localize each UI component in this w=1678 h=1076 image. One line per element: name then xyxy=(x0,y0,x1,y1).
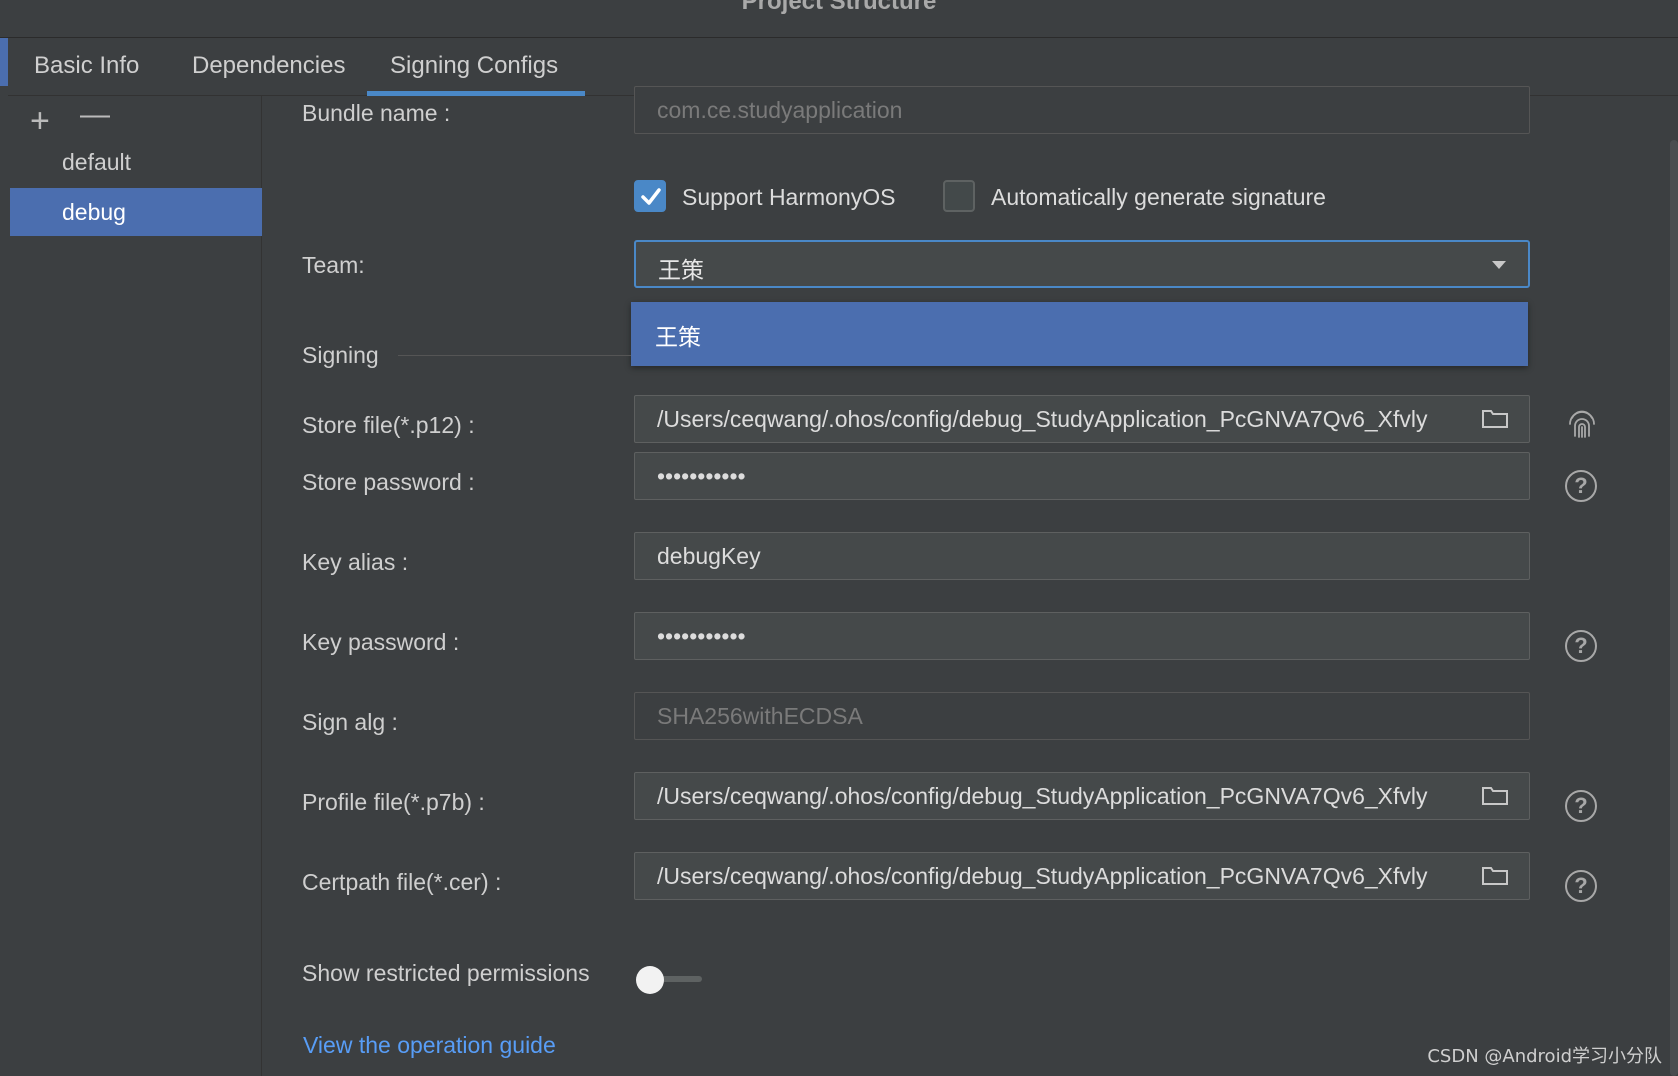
bundle-name-label: Bundle name : xyxy=(302,100,451,126)
key-password-field[interactable]: ••••••••••• xyxy=(634,612,1530,660)
certpath-file-label: Certpath file(*.cer) : xyxy=(302,869,502,895)
chevron-down-icon xyxy=(1492,261,1506,269)
key-alias-label: Key alias : xyxy=(302,549,409,575)
store-file-label: Store file(*.p12) : xyxy=(302,412,475,438)
sign-alg-value: SHA256withECDSA xyxy=(657,703,863,729)
sign-alg-label: Sign alg : xyxy=(302,709,398,735)
support-harmonyos-checkbox[interactable] xyxy=(634,180,666,212)
key-alias-field[interactable]: debugKey xyxy=(634,532,1530,580)
auto-signature-checkbox[interactable] xyxy=(943,180,975,212)
key-alias-value: debugKey xyxy=(657,543,761,569)
add-config-button[interactable]: + xyxy=(30,104,50,138)
remove-config-button[interactable]: — xyxy=(80,100,110,130)
folder-icon[interactable] xyxy=(1481,407,1509,429)
team-combobox[interactable]: 王策 xyxy=(634,240,1530,288)
folder-icon[interactable] xyxy=(1481,784,1509,806)
tab-basic-info[interactable]: Basic Info xyxy=(34,52,139,80)
left-accent-bar xyxy=(0,38,8,86)
toggle-knob xyxy=(636,966,664,994)
section-divider xyxy=(398,355,631,356)
key-password-label: Key password : xyxy=(302,629,460,655)
auto-signature-label: Automatically generate signature xyxy=(991,184,1326,210)
store-file-value: /Users/ceqwang/.ohos/config/debug_StudyA… xyxy=(657,406,1428,432)
team-label: Team: xyxy=(302,252,365,278)
team-selected-value: 王策 xyxy=(658,258,704,284)
show-restricted-label: Show restricted permissions xyxy=(302,960,590,986)
vertical-scrollbar[interactable] xyxy=(1670,140,1678,1076)
profile-file-help-icon[interactable]: ? xyxy=(1565,790,1597,822)
support-harmonyos-label: Support HarmonyOS xyxy=(682,184,896,210)
certpath-file-value: /Users/ceqwang/.ohos/config/debug_StudyA… xyxy=(657,863,1428,889)
fingerprint-icon[interactable] xyxy=(1565,406,1599,440)
store-password-label: Store password : xyxy=(302,469,475,495)
store-file-field[interactable]: /Users/ceqwang/.ohos/config/debug_StudyA… xyxy=(634,395,1530,443)
show-restricted-toggle[interactable] xyxy=(636,966,702,996)
tab-signing-configs[interactable]: Signing Configs xyxy=(390,52,558,80)
team-option[interactable]: 王策 xyxy=(655,318,701,352)
key-password-value: ••••••••••• xyxy=(657,623,746,649)
sign-alg-field: SHA256withECDSA xyxy=(634,692,1530,740)
folder-icon[interactable] xyxy=(1481,864,1509,886)
bundle-name-field: com.ce.studyapplication xyxy=(634,86,1530,134)
config-sidebar: + — default debug xyxy=(8,96,262,1076)
key-password-help-icon[interactable]: ? xyxy=(1565,630,1597,662)
title-bar: Project Structure xyxy=(0,0,1678,38)
store-password-value: ••••••••••• xyxy=(657,463,746,489)
bundle-name-value: com.ce.studyapplication xyxy=(657,97,903,123)
sidebar-item-debug[interactable]: debug xyxy=(10,188,262,236)
checkmark-icon xyxy=(641,188,661,205)
tab-dependencies[interactable]: Dependencies xyxy=(192,52,345,80)
operation-guide-link[interactable]: View the operation guide xyxy=(303,1032,556,1059)
sidebar-item-default[interactable]: default xyxy=(10,138,262,186)
signing-section-title: Signing xyxy=(302,342,379,368)
team-dropdown-list: 王策 xyxy=(631,302,1528,366)
store-password-field[interactable]: ••••••••••• xyxy=(634,452,1530,500)
profile-file-label: Profile file(*.p7b) : xyxy=(302,789,485,815)
certpath-file-help-icon[interactable]: ? xyxy=(1565,870,1597,902)
window-title: Project Structure xyxy=(741,0,937,15)
profile-file-value: /Users/ceqwang/.ohos/config/debug_StudyA… xyxy=(657,783,1428,809)
certpath-file-field[interactable]: /Users/ceqwang/.ohos/config/debug_StudyA… xyxy=(634,852,1530,900)
profile-file-field[interactable]: /Users/ceqwang/.ohos/config/debug_StudyA… xyxy=(634,772,1530,820)
watermark: CSDN @Android学习小分队 xyxy=(1427,1046,1662,1067)
signing-config-form: Bundle name : com.ce.studyapplication Su… xyxy=(263,86,1678,1076)
store-password-help-icon[interactable]: ? xyxy=(1565,470,1597,502)
